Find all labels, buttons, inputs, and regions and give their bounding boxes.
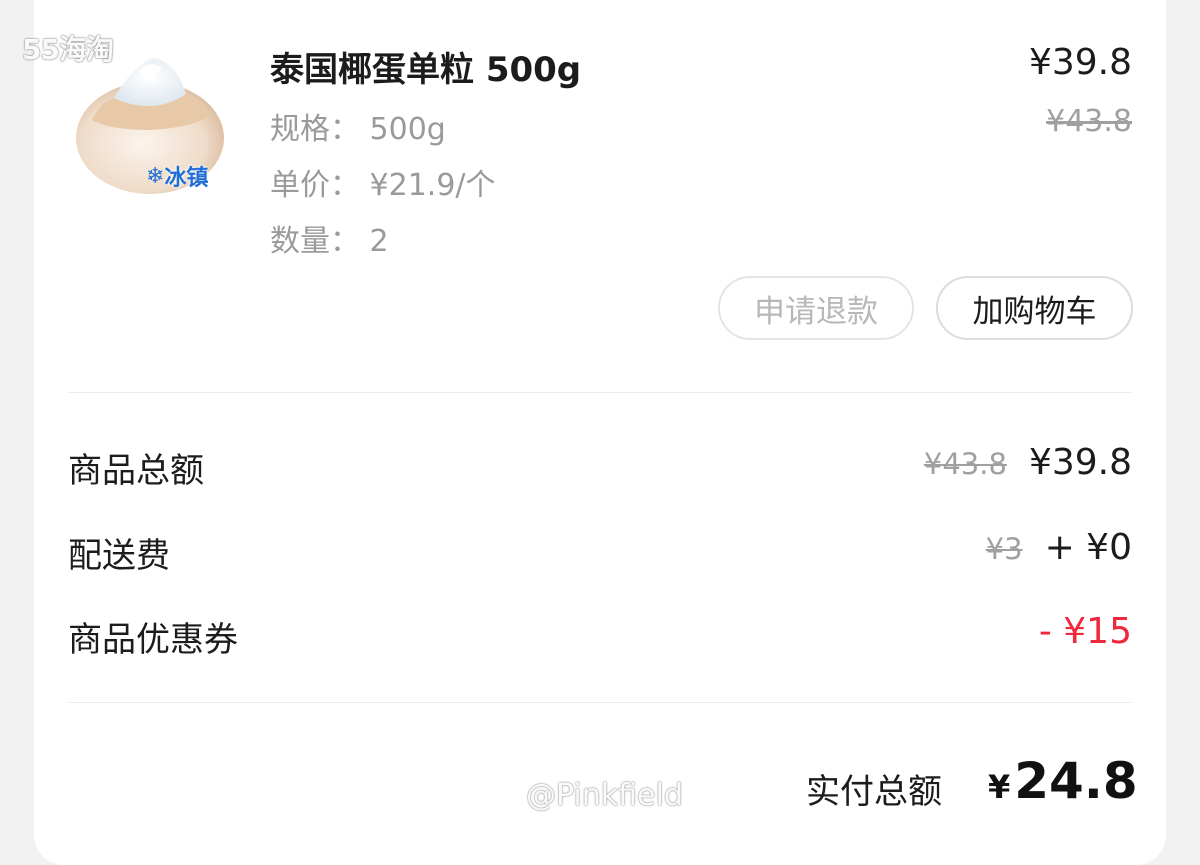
goods-total-original: ¥43.8 — [923, 447, 1007, 481]
divider — [68, 702, 1132, 703]
goods-total-amount: ¥39.8 — [1028, 442, 1132, 483]
coupon-label: 商品优惠券 — [68, 620, 238, 660]
coupon-amount: - ¥15 — [1038, 611, 1132, 652]
watermark-logo: 55海淘 — [22, 33, 114, 66]
snowflake-icon: ❄ — [146, 163, 165, 189]
product-title[interactable]: 泰国椰蛋单粒 500g — [270, 42, 581, 91]
product-price: ¥39.8 — [1028, 42, 1132, 83]
product-original-price: ¥43.8 — [1046, 104, 1132, 139]
goods-total-value: ¥43.8 ¥39.8 — [924, 442, 1132, 483]
product-spec: 规格： 500g — [270, 112, 446, 147]
iced-badge: ❄ 冰镇 — [146, 158, 232, 194]
total-paid-amount: 24.8 — [1014, 752, 1138, 810]
total-paid-label: 实付总额 — [806, 772, 942, 812]
add-to-cart-button[interactable]: 加购物车 — [936, 276, 1133, 340]
currency-symbol: ¥ — [988, 768, 1011, 806]
product-unit-price: 单价： ¥21.9/个 — [270, 168, 496, 203]
divider — [68, 392, 1132, 393]
delivery-fee-amount: + ¥0 — [1044, 527, 1132, 568]
iced-badge-label: 冰镇 — [164, 166, 209, 191]
watermark-username: @Pinkfield — [526, 778, 683, 813]
goods-total-label: 商品总额 — [68, 451, 204, 491]
delivery-fee-value: ¥3 + ¥0 — [986, 527, 1132, 568]
total-paid-value: ¥ 24.8 — [988, 752, 1138, 810]
delivery-fee-label: 配送费 — [68, 536, 170, 576]
coupon-value[interactable]: - ¥15 — [1039, 611, 1132, 652]
product-quantity: 数量： 2 — [270, 224, 389, 259]
refund-button[interactable]: 申请退款 — [718, 276, 914, 340]
delivery-fee-original: ¥3 — [985, 532, 1023, 566]
